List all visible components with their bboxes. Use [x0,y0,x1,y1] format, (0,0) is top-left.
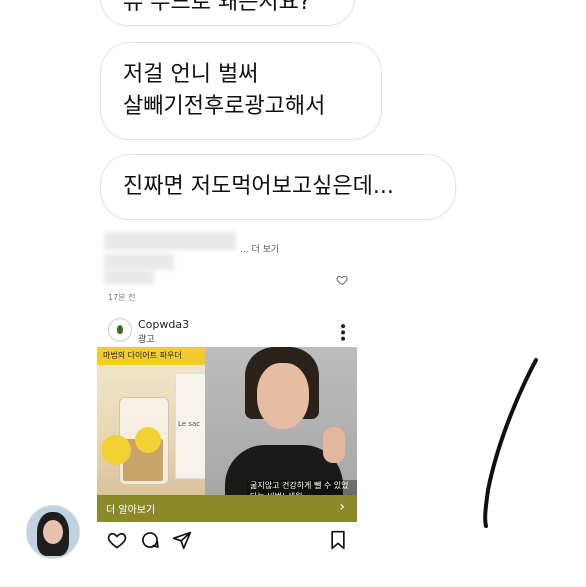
message-text-line2: 살빼기전후로광고해서 [123,94,326,119]
leaf-logo-icon [117,325,123,334]
product-bottle: Le sac [175,373,207,479]
learn-more-button[interactable]: 더 알아보기 › [97,495,357,522]
account-name[interactable]: Copwda3 [138,318,189,331]
avatar-face [43,520,63,544]
person-face [257,363,309,429]
bookmark-icon[interactable] [328,530,348,550]
message-bubble: 진짜면 저도먹어보고싶은데... [100,154,456,220]
message-text-line1: 저걸 언니 벌써 [123,62,259,87]
user-avatar[interactable] [26,505,80,559]
message-text: 진짜면 저도먹어보고싶은데... [123,174,394,199]
person-photo [205,347,357,495]
lemon [135,427,161,453]
message-bubble: 저걸 언니 벌써 살빼기전후로광고해서 [100,42,382,140]
lemon [101,435,131,465]
product-photo: Le sac 마법의 다이어트 파우더 [97,347,207,495]
ad-image[interactable]: Le sac 마법의 다이어트 파우더 굶지않고 건강하게 뺄 수 있었다는 비… [97,347,357,495]
message-bubble-partial: 뷰 푸드로 왜는지요? [100,0,355,26]
learn-more-label: 더 알아보기 [106,505,156,516]
advertiser-avatar[interactable] [108,318,132,342]
blurred-comment-text [104,232,236,250]
comment-icon[interactable] [140,530,160,550]
blurred-comment-text [104,254,174,270]
heart-icon[interactable] [336,274,348,286]
chevron-right-icon: › [339,499,345,515]
see-more-link[interactable]: ... 더 보기 [240,242,279,255]
sponsored-label: 광고 [138,335,155,345]
ad-banner: 마법의 다이어트 파우더 [97,347,205,365]
send-icon[interactable] [172,530,192,550]
timestamp: 17분 전 [108,293,136,302]
message-text: 뷰 푸드로 왜는지요? [123,0,311,15]
heart-icon[interactable] [107,530,127,550]
image-caption: 굶지않고 건강하게 뺄 수 있었다는 비법! 쇄원 [247,480,357,495]
handwritten-stroke [483,358,538,528]
blurred-comment-text [104,270,154,284]
more-options-icon[interactable]: ••• [334,322,350,341]
person-hand [323,427,345,463]
